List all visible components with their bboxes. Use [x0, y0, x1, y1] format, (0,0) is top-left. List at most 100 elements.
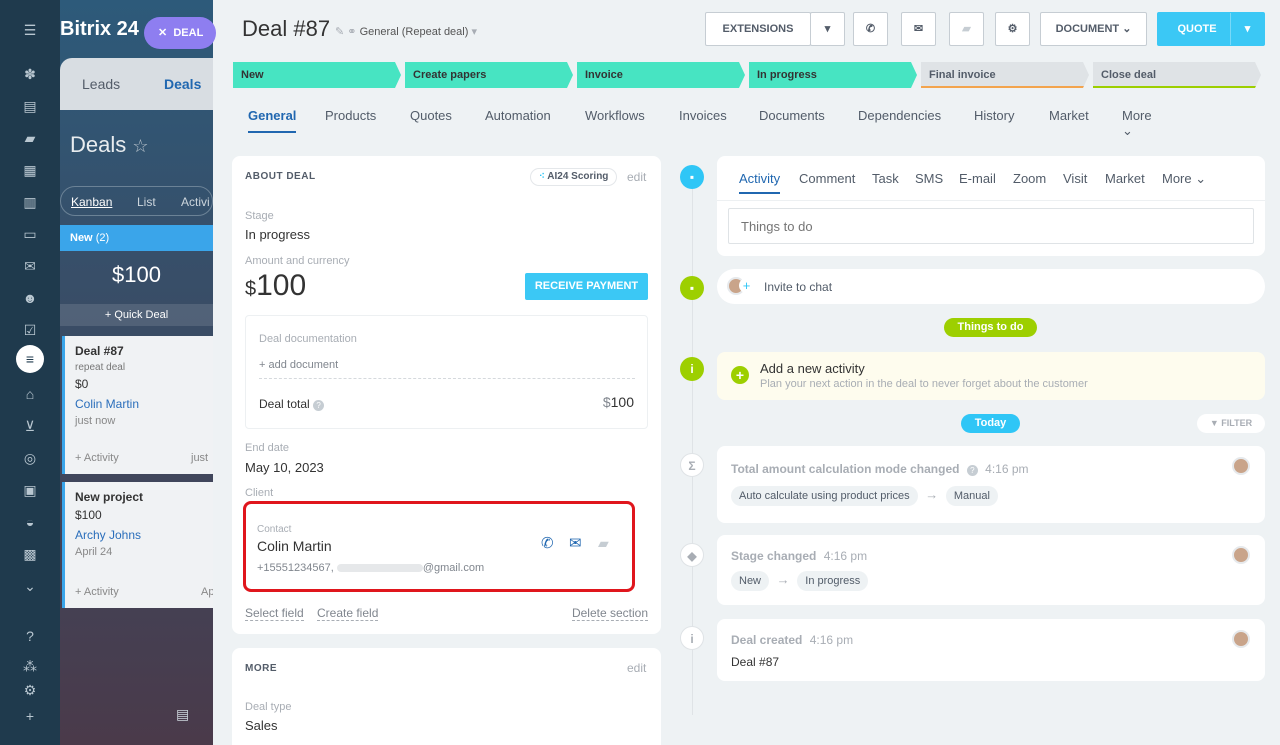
kanban-card[interactable]: Deal #87 repeat deal $0 Colin Martin jus… [62, 336, 213, 474]
view-kanban[interactable]: Kanban [71, 195, 112, 209]
column-sum: $100 [112, 262, 161, 287]
add-icon[interactable]: + [20, 706, 40, 726]
receive-payment-button[interactable]: RECEIVE PAYMENT [525, 273, 648, 300]
stage-create-papers[interactable]: Create papers [405, 62, 573, 88]
phone-icon[interactable]: ✆ [541, 534, 554, 552]
tab-history[interactable]: History [974, 108, 1014, 131]
tab-task[interactable]: Task [872, 171, 899, 186]
add-document-link[interactable]: + add document [259, 359, 338, 371]
chat-icon[interactable]: ▰ [20, 128, 40, 148]
cart-icon[interactable]: ⊻ [20, 416, 40, 436]
deal-pipeline[interactable]: ✎ ⚭ General (Repeat deal) ▾ [335, 25, 477, 38]
tab-general[interactable]: General [248, 108, 297, 133]
tab-market[interactable]: Market [1049, 108, 1089, 131]
tab-invoices[interactable]: Invoices [679, 108, 727, 131]
drive-icon[interactable]: ▭ [20, 224, 40, 244]
delete-section-link[interactable]: Delete section [571, 606, 648, 621]
quote-button[interactable]: QUOTE ▾ [1157, 12, 1265, 46]
box-icon[interactable]: ▩ [20, 544, 40, 564]
tasks-icon[interactable]: ▤ [20, 96, 40, 116]
tab-market[interactable]: Market [1105, 171, 1145, 186]
filter-button[interactable]: ▼ FILTER [1197, 414, 1265, 433]
tab-sms[interactable]: SMS [915, 171, 943, 186]
feed-icon[interactable]: ✽ [20, 64, 40, 84]
tab-deals[interactable]: Deals [164, 76, 201, 92]
ai-scoring-badge[interactable]: ⁖ AI24 Scoring [530, 168, 618, 186]
view-switcher: Kanban List Activi [60, 186, 213, 216]
extensions-button[interactable]: EXTENSIONS [705, 12, 811, 46]
tab-more[interactable]: More ⌄ [1162, 171, 1206, 187]
stage-in-progress[interactable]: In progress [749, 62, 917, 88]
sitemap-icon[interactable]: ⁂ [20, 656, 40, 676]
settings-button[interactable]: ⚙ [995, 12, 1030, 46]
print-icon[interactable]: ▤ [176, 706, 189, 723]
more-section: MORE edit Deal type Sales [232, 648, 661, 745]
help-icon[interactable]: ? [313, 400, 325, 411]
extensions-dropdown[interactable]: ▾ [810, 12, 845, 46]
amount-value[interactable]: $100 [245, 269, 306, 303]
tab-automation[interactable]: Automation [485, 108, 551, 131]
deal-type-value[interactable]: Sales [245, 718, 278, 733]
tab-zoom[interactable]: Zoom [1013, 171, 1046, 186]
things-to-do-input[interactable] [728, 208, 1254, 244]
tab-visit[interactable]: Visit [1063, 171, 1087, 186]
chevron-down-icon[interactable]: ▾ [1230, 13, 1264, 45]
contact-email[interactable]: @gmail.com [423, 562, 484, 574]
calendar-icon[interactable]: ▦ [20, 160, 40, 180]
help-icon[interactable]: ? [20, 626, 40, 646]
edit-link[interactable]: edit [627, 170, 646, 184]
settings-icon[interactable]: ⚙ [20, 680, 40, 700]
invite-to-chat[interactable]: + Invite to chat [717, 269, 1265, 304]
view-activities[interactable]: Activi [181, 195, 210, 209]
checklist-icon[interactable]: ☑ [20, 320, 40, 340]
tab-email[interactable]: E-mail [959, 171, 996, 186]
add-activity-card[interactable]: + Add a new activity Plan your next acti… [717, 352, 1265, 400]
robot-icon[interactable]: ◒ [20, 512, 40, 532]
tab-dependencies[interactable]: Dependencies [858, 108, 941, 131]
groups-icon[interactable]: ☻ [20, 288, 40, 308]
call-button[interactable]: ✆ [853, 12, 888, 46]
mail-icon: ✉ [913, 23, 924, 35]
crm-icon[interactable]: ≡ [16, 345, 44, 373]
stage-new[interactable]: New [233, 62, 401, 88]
kanban-card[interactable]: New project $100 Archy Johns April 24 + … [62, 482, 213, 608]
mail-icon[interactable]: ✉ [20, 256, 40, 276]
tab-more[interactable]: More ⌄ [1122, 108, 1152, 147]
document-button[interactable]: DOCUMENT ⌄ [1040, 12, 1147, 46]
tab-comment[interactable]: Comment [799, 171, 855, 186]
contact-name[interactable]: Colin Martin [257, 538, 332, 554]
contact-phone[interactable]: +15551234567, [257, 562, 334, 574]
stage-close-deal[interactable]: Close deal [1093, 62, 1261, 88]
link-icon[interactable]: ⚭ [347, 26, 356, 38]
view-list[interactable]: List [137, 195, 156, 209]
edit-link[interactable]: edit [627, 661, 646, 675]
star-icon[interactable]: ☆ [132, 136, 148, 156]
more-icon[interactable]: ⌄ [20, 576, 40, 596]
quick-deal-button[interactable]: + Quick Deal [60, 304, 213, 326]
target-icon[interactable]: ◎ [20, 448, 40, 468]
store-icon[interactable]: ⌂ [20, 384, 40, 404]
tab-activity[interactable]: Activity [739, 171, 781, 194]
chat-button[interactable]: ▰ [949, 12, 984, 46]
tab-documents[interactable]: Documents [759, 108, 825, 131]
select-field-link[interactable]: Select field [245, 606, 304, 621]
menu-icon[interactable]: ☰ [20, 20, 40, 40]
stage-value[interactable]: In progress [245, 227, 310, 242]
docs-icon[interactable]: ▥ [20, 192, 40, 212]
tab-workflows[interactable]: Workflows [585, 108, 645, 131]
stage-invoice[interactable]: Invoice [577, 62, 745, 88]
help-icon[interactable]: ? [966, 465, 978, 476]
contacts-icon[interactable]: ▣ [20, 480, 40, 500]
chat-icon[interactable]: ▰ [598, 535, 609, 552]
tab-leads[interactable]: Leads [82, 76, 120, 92]
stage-final-invoice[interactable]: Final invoice [921, 62, 1089, 88]
edit-pencil-icon[interactable]: ✎ [335, 26, 344, 38]
email-button[interactable]: ✉ [901, 12, 936, 46]
close-deal-slider-button[interactable]: ✕ DEAL [144, 17, 216, 49]
create-field-link[interactable]: Create field [317, 606, 379, 621]
end-date-value[interactable]: May 10, 2023 [245, 460, 324, 475]
mail-icon[interactable]: ✉ [569, 534, 582, 552]
add-icon[interactable]: + [731, 366, 749, 384]
tab-quotes[interactable]: Quotes [410, 108, 452, 131]
tab-products[interactable]: Products [325, 108, 376, 131]
